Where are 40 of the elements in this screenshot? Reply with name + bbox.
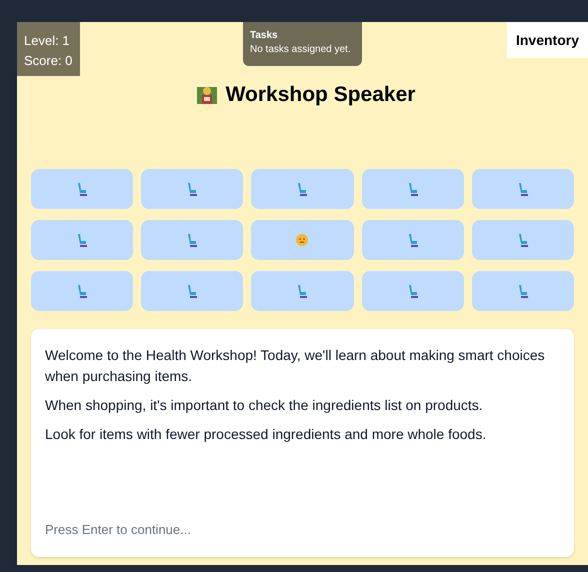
- inventory-button[interactable]: Inventory: [507, 22, 588, 58]
- level-text: Level: 1: [24, 32, 71, 50]
- seat-tile[interactable]: [31, 168, 134, 208]
- seat-icon: [187, 284, 198, 298]
- seat-tile[interactable]: [472, 168, 574, 208]
- seat-icon: [77, 232, 88, 246]
- seat-icon: [187, 232, 198, 246]
- page-title: Workshop Speaker: [226, 82, 416, 108]
- seat-tile[interactable]: [141, 168, 244, 208]
- score-text: Score: 0: [24, 52, 73, 70]
- seat-icon: [518, 182, 528, 196]
- face-icon: [296, 234, 308, 246]
- seat-tile[interactable]: [31, 220, 134, 260]
- seat-tile[interactable]: [251, 220, 354, 260]
- seat-tile[interactable]: [362, 220, 464, 260]
- seat-icon: [297, 284, 308, 298]
- tasks-title: Tasks: [250, 29, 279, 42]
- seat-tile[interactable]: [141, 270, 244, 310]
- seat-icon: [77, 182, 88, 196]
- seat-icon: [297, 182, 308, 196]
- tasks-text: No tasks assigned yet.: [250, 43, 352, 57]
- seat-icon: [408, 182, 418, 196]
- seat-icon: [408, 232, 418, 246]
- continue-prompt: Press Enter to continue...: [45, 521, 192, 539]
- seat-icon: [187, 182, 198, 196]
- seat-icon: [77, 284, 88, 298]
- seat-tile[interactable]: [472, 270, 574, 310]
- seat-icon: [518, 232, 528, 246]
- seat-tile[interactable]: [251, 168, 354, 208]
- dialogue-text: Look for items with fewer processed ingredients and more whole foods.: [45, 424, 488, 444]
- seat-tile[interactable]: [362, 270, 464, 310]
- seat-icon: [518, 284, 528, 298]
- dialogue-text: When shopping, it's important to check the ingredients list on products.: [45, 396, 484, 415]
- seat-tile[interactable]: [472, 220, 574, 260]
- dialogue-text: Welcome to the Health Workshop! Today, we'll learn about making smart choices when purchasing items.: [45, 346, 546, 386]
- seat-tile[interactable]: [141, 220, 244, 260]
- seat-tile[interactable]: [31, 270, 134, 310]
- seat-icon: [408, 284, 418, 298]
- seat-tile[interactable]: [362, 168, 464, 208]
- seat-tile[interactable]: [251, 270, 354, 310]
